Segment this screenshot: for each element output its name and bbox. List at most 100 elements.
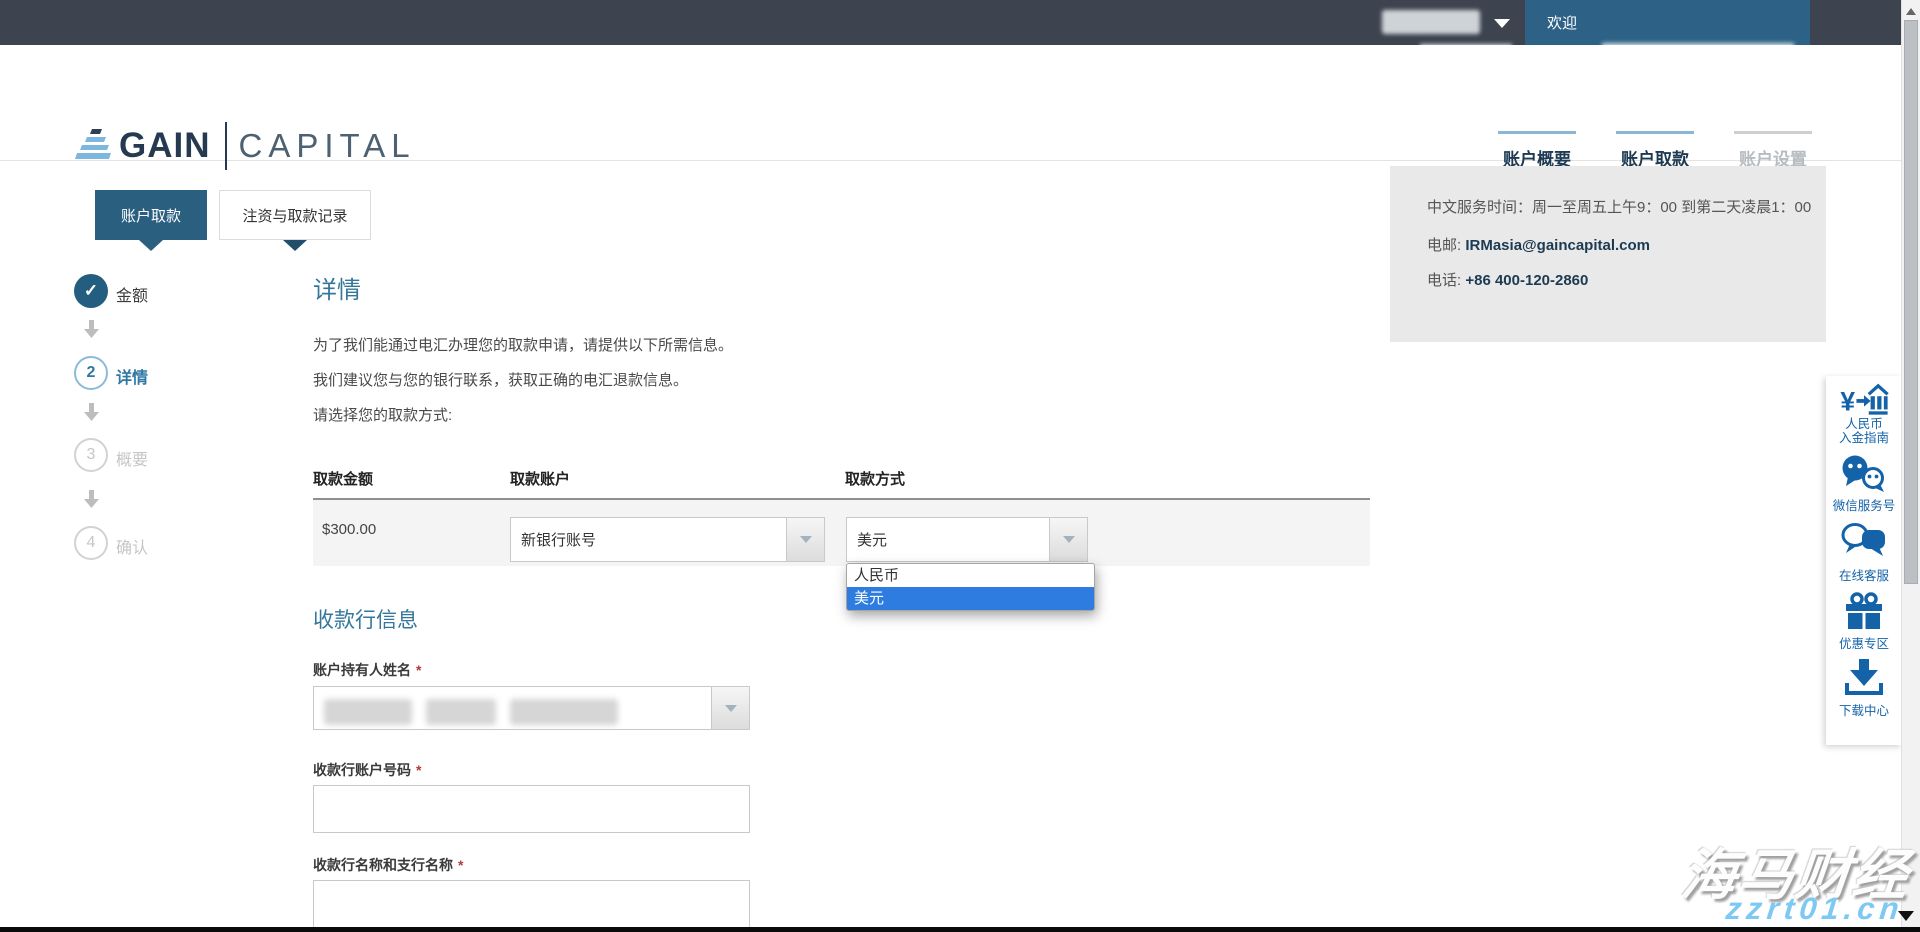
withdrawal-account-value: 新银行账号	[511, 518, 786, 561]
dropdown-option-cny[interactable]: 人民币	[847, 564, 1094, 587]
yuan-to-bank-icon: ¥	[1839, 383, 1889, 417]
blur-artifact	[426, 699, 496, 725]
step-4-number: 4	[87, 534, 96, 552]
tab-account-withdrawal[interactable]: 账户取款	[95, 190, 207, 240]
field-label-bank-branch-name: 收款行名称和支行名称*	[313, 855, 463, 875]
service-phone-line: 电话: +86 400-120-2860	[1427, 269, 1826, 290]
details-paragraph: 我们建议您与您的银行联系，获取正确的电汇退款信息。	[313, 369, 688, 390]
widget-item-wechat[interactable]: 微信服务号	[1833, 454, 1896, 513]
user-menu-caret-icon[interactable]	[1494, 19, 1510, 28]
site-header: GAIN CAPITAL 账户概要 账户取款 账户设置	[0, 45, 1920, 161]
step-1-circle-done: ✓	[74, 274, 108, 308]
step-3-number: 3	[87, 446, 96, 464]
column-header-amount: 取款金额	[313, 468, 373, 489]
withdrawal-method-select[interactable]: 美元	[846, 517, 1088, 562]
nav-item-account-withdrawal[interactable]: 账户取款	[1616, 131, 1694, 170]
widget-label: 在线客服	[1839, 569, 1889, 583]
widget-item-download-center[interactable]: 下载中心	[1839, 659, 1889, 718]
gain-capital-logo[interactable]: GAIN CAPITAL	[75, 121, 416, 171]
service-email-line: 电邮: IRMasia@gaincapital.com	[1427, 234, 1826, 255]
chevron-down-icon	[1063, 536, 1075, 543]
redacted-username[interactable]	[1382, 10, 1480, 34]
widget-label: 下载中心	[1839, 704, 1889, 718]
vertical-scrollbar[interactable]	[1901, 0, 1920, 932]
chat-bubbles-icon	[1841, 521, 1887, 561]
field-label-account-holder: 账户持有人姓名*	[313, 660, 421, 680]
table-row	[313, 500, 1370, 566]
scrollbar-up-arrow[interactable]	[1906, 8, 1916, 15]
step-arrow-down-icon	[84, 320, 100, 340]
svg-text:¥: ¥	[1840, 386, 1855, 416]
section-title-details: 详情	[313, 270, 361, 305]
dropdown-option-usd[interactable]: 美元	[847, 587, 1094, 610]
phone-value: +86 400-120-2860	[1465, 272, 1588, 289]
step-2-number: 2	[87, 364, 96, 382]
required-asterisk: *	[458, 857, 463, 873]
step-4-circle: 4	[74, 526, 108, 560]
service-hours-text: 中文服务时间：周一至周五上午9：00 到第二天凌晨1：00	[1427, 196, 1823, 220]
widget-item-promotions[interactable]: 优惠专区	[1839, 592, 1889, 651]
bank-branch-name-input[interactable]	[313, 880, 750, 930]
withdrawal-account-select[interactable]: 新银行账号	[510, 517, 825, 562]
floating-service-widget: ¥ 人民币 入金指南 微信服务号	[1826, 376, 1902, 745]
step-2-label: 详情	[116, 364, 148, 388]
gift-icon	[1844, 592, 1884, 630]
widget-item-online-support[interactable]: 在线客服	[1839, 521, 1889, 583]
nav-item-account-settings[interactable]: 账户设置	[1734, 131, 1812, 170]
page: 欢迎 GAIN CAPITAL 账户概要 账户取款 账户设置 账户取款 注资与取…	[0, 0, 1920, 932]
field-label-bank-account-number: 收款行账户号码*	[313, 760, 421, 780]
phone-label: 电话:	[1427, 272, 1461, 289]
nav-item-account-overview[interactable]: 账户概要	[1498, 131, 1576, 170]
step-2-circle-current: 2	[74, 356, 108, 390]
widget-label: 人民币	[1845, 417, 1883, 431]
logo-separator	[225, 122, 227, 170]
bank-account-number-input[interactable]	[313, 785, 750, 833]
widget-item-cny-deposit-guide[interactable]: ¥ 人民币 入金指南	[1839, 383, 1889, 445]
email-label: 电邮:	[1427, 237, 1461, 254]
service-info-panel: 中文服务时间：周一至周五上午9：00 到第二天凌晨1：00 电邮: IRMasi…	[1390, 166, 1826, 342]
required-asterisk: *	[416, 762, 421, 778]
blur-artifact	[510, 699, 618, 725]
section-title-bank-info: 收款行信息	[313, 604, 418, 634]
step-arrow-down-icon	[84, 403, 100, 423]
step-3-label: 概要	[116, 446, 148, 470]
step-1-label: 金额	[116, 282, 148, 306]
scrollbar-down-arrow[interactable]	[1898, 911, 1914, 921]
redacted-holder-name	[314, 687, 711, 729]
check-icon: ✓	[84, 281, 98, 301]
required-asterisk: *	[416, 662, 421, 678]
watermark-url: zzrt01.cn	[1724, 891, 1905, 927]
tab-active-pointer	[139, 240, 163, 251]
tab-pointer	[283, 240, 307, 251]
main-nav: 账户概要 账户取款 账户设置	[1498, 131, 1812, 170]
column-header-account: 取款账户	[510, 468, 570, 489]
details-paragraph: 请选择您的取款方式:	[313, 404, 452, 425]
column-header-method: 取款方式	[845, 468, 905, 489]
step-4-label: 确认	[116, 534, 148, 558]
logo-text-gain: GAIN	[119, 126, 211, 166]
select-arrow-button[interactable]	[711, 687, 749, 729]
step-arrow-down-icon	[84, 490, 100, 510]
details-paragraph: 为了我们能通过电汇办理您的取款申请，请提供以下所需信息。	[313, 334, 733, 355]
withdrawal-method-value: 美元	[847, 518, 1049, 561]
tab-funding-withdrawal-history[interactable]: 注资与取款记录	[219, 190, 371, 240]
welcome-label: 欢迎	[1547, 12, 1577, 33]
blur-artifact	[324, 699, 412, 725]
withdrawal-amount-value: $300.00	[322, 521, 376, 538]
welcome-banner[interactable]: 欢迎	[1525, 0, 1810, 45]
logo-text-capital: CAPITAL	[239, 127, 416, 165]
step-3-circle: 3	[74, 438, 108, 472]
select-arrow-button[interactable]	[1049, 518, 1087, 561]
wechat-icon	[1841, 454, 1887, 494]
scrollbar-thumb[interactable]	[1904, 20, 1918, 584]
account-holder-select[interactable]	[313, 686, 750, 730]
email-value: IRMasia@gaincapital.com	[1465, 237, 1650, 254]
download-icon	[1844, 659, 1884, 697]
select-arrow-button[interactable]	[786, 518, 824, 561]
widget-label: 微信服务号	[1833, 499, 1896, 513]
logo-flag-icon	[75, 129, 111, 163]
bottom-edge-bar	[0, 927, 1920, 932]
top-bar: 欢迎	[0, 0, 1920, 45]
chevron-down-icon	[725, 705, 737, 712]
widget-label: 入金指南	[1839, 431, 1889, 445]
